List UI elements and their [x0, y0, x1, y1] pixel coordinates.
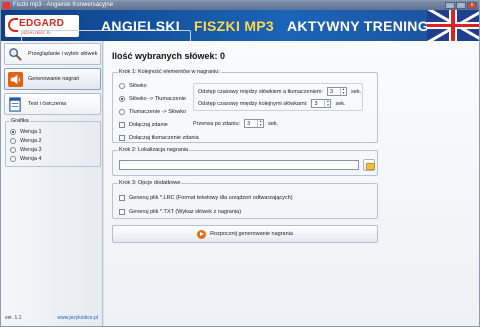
radio-icon [10, 146, 16, 153]
graphics-version-1[interactable]: Wersja 1 [10, 127, 42, 136]
sidebar-item-label: Test i ćwiczenia [28, 101, 67, 107]
stepper-value: 3 [247, 120, 251, 127]
graphics-legend: Grafika [10, 118, 30, 124]
step1-legend: Krok 1: Kolejność elementów w nagraniu: [118, 69, 221, 75]
checkbox-label: Dołączaj zdanie [129, 121, 168, 128]
radio-icon [10, 155, 16, 162]
lrc-checkbox[interactable]: Generuj plik *.LRC (Format tekstowy dla … [119, 193, 293, 202]
radio-selected-icon [10, 128, 16, 135]
order-translation-word[interactable]: Tłumaczenie -> Słówko [119, 107, 199, 116]
banner-product: FISZKI MP3 [194, 18, 275, 34]
radio-label: Wersja 3 [20, 146, 42, 153]
include-sentence-checkbox[interactable]: Dołączaj zdanie [119, 120, 199, 129]
close-button[interactable]: x [467, 2, 477, 9]
radio-icon [119, 108, 125, 115]
gap-word-row: Odstęp czasowy między słówkiem a tłumacz… [198, 87, 361, 96]
play-icon [197, 229, 207, 239]
gap-next-row: Odstęp czasowy między kolejnymi słówkami… [198, 99, 346, 108]
step2-group: Krok 2: Lokalizacja nagrania [112, 147, 378, 176]
radio-selected-icon [119, 95, 125, 102]
stepper-arrows-icon[interactable]: ▲ ▼ [324, 99, 330, 107]
gap-word-label: Odstęp czasowy między słówkiem a tłumacz… [198, 88, 324, 95]
stepper-arrows-icon[interactable]: ▲ ▼ [257, 119, 263, 127]
title-bar: Fiszki mp3 - Angielski Konwersacyjne _ □… [1, 1, 479, 10]
magnifier-icon [9, 47, 22, 61]
gap-next-label: Odstęp czasowy między kolejnymi słówkami… [198, 100, 308, 107]
unit-label: sek. [268, 120, 279, 127]
pause-row: Przerwa po zdaniu: 3 ▲ ▼ sek. [193, 119, 278, 128]
test-icon [9, 96, 21, 112]
graphics-version-2[interactable]: Wersja 2 [10, 136, 42, 145]
radio-icon [119, 82, 125, 89]
banner-language: ANGIELSKI [101, 18, 180, 34]
checkbox-icon [119, 194, 125, 201]
radio-icon [10, 137, 16, 144]
step3-group: Krok 3: Opcje dodatkowe Generuj plik *.L… [112, 180, 378, 219]
checkbox-icon [119, 121, 125, 128]
step2-legend: Krok 2: Lokalizacja nagrania [118, 147, 190, 153]
pause-label: Przerwa po zdaniu: [193, 120, 241, 127]
stepper-arrows-icon[interactable]: ▲ ▼ [340, 87, 346, 95]
graphics-version-4[interactable]: Wersja 4 [10, 154, 42, 163]
window-controls: _ □ x [445, 2, 477, 9]
radio-label: Wersja 4 [20, 155, 42, 162]
unit-label: sek. [335, 100, 346, 107]
output-path-input[interactable] [119, 160, 359, 170]
website-link[interactable]: www.jezykiobce.pl [57, 315, 98, 321]
banner-slogan: AKTYWNY TRENING [287, 18, 429, 34]
radio-label: Słówko -> Tłumaczenie [129, 95, 186, 102]
sidebar-item-recordings[interactable]: Generowanie nagrań [4, 68, 101, 90]
order-word[interactable]: Słówko [119, 81, 199, 90]
sidebar-item-tests[interactable]: Test i ćwiczenia [4, 93, 101, 115]
include-translation-checkbox[interactable]: Dołączaj tłumaczenie zdania [119, 133, 199, 142]
start-generation-button[interactable]: Rozpocznij generowanie nagrania [112, 225, 378, 243]
step3-legend: Krok 3: Opcje dodatkowe [118, 180, 182, 186]
minimize-button[interactable]: _ [445, 2, 455, 9]
checkbox-label: Dołączaj tłumaczenie zdania [129, 134, 199, 141]
stepper-value: 3 [314, 100, 318, 107]
edgard-logo: EDGARD JĘZYKI OBCE .PL [5, 15, 191, 41]
pause-stepper[interactable]: 3 ▲ ▼ [244, 119, 265, 128]
speaker-icon [8, 71, 23, 87]
txt-checkbox[interactable]: Generuj plik *.TXT (Wykaz słówek z nagra… [119, 207, 293, 216]
maximize-button[interactable]: □ [456, 2, 466, 9]
checkbox-label: Generuj plik *.LRC (Format tekstowy dla … [129, 194, 293, 201]
unit-label: sek. [351, 88, 362, 95]
sidebar-item-browse[interactable]: Przeglądanie i wybór słówek [4, 43, 101, 65]
checkbox-icon [119, 208, 125, 215]
gap-next-stepper[interactable]: 3 ▲ ▼ [311, 99, 332, 108]
sidebar: Przeglądanie i wybór słówek Generowanie … [1, 41, 103, 326]
app-icon [3, 2, 10, 9]
header-banner: EDGARD JĘZYKI OBCE .PL ANGIELSKI FISZKI … [1, 10, 479, 41]
version-label: ver. 1.1 [5, 315, 22, 321]
order-word-translation[interactable]: Słówko -> Tłumaczenie [119, 94, 199, 103]
uk-flag-icon [427, 10, 479, 41]
graphics-version-group: Grafika Wersja 1 Wersja 2 Wersja 3 Wersj… [5, 118, 101, 167]
stepper-value: 3 [330, 88, 334, 95]
radio-label: Tłumaczenie -> Słówko [129, 108, 187, 115]
page-title: Ilość wybranych słówek: 0 [112, 51, 226, 61]
app-window: Fiszki mp3 - Angielski Konwersacyjne _ □… [0, 0, 480, 327]
timing-group: Odstęp czasowy między słówkiem a tłumacz… [193, 83, 363, 111]
logo-mark [8, 18, 18, 32]
radio-label: Wersja 2 [20, 137, 42, 144]
sidebar-item-label: Generowanie nagrań [28, 76, 80, 82]
radio-label: Wersja 1 [20, 128, 42, 135]
folder-browse-icon[interactable] [363, 159, 375, 171]
button-label: Rozpocznij generowanie nagrania [210, 231, 293, 237]
sidebar-item-label: Przeglądanie i wybór słówek [28, 51, 98, 57]
window-title: Fiszki mp3 - Angielski Konwersacyjne [13, 2, 114, 8]
main-panel: Ilość wybranych słówek: 0 Krok 1: Kolejn… [104, 41, 479, 326]
graphics-version-3[interactable]: Wersja 3 [10, 145, 42, 154]
checkbox-icon [119, 134, 125, 141]
logo-name: EDGARD [19, 18, 65, 29]
gap-word-stepper[interactable]: 3 ▲ ▼ [327, 87, 348, 96]
radio-label: Słówko [129, 82, 147, 89]
checkbox-label: Generuj plik *.TXT (Wykaz słówek z nagra… [129, 208, 242, 215]
step1-group: Krok 1: Kolejność elementów w nagraniu: … [112, 69, 378, 143]
